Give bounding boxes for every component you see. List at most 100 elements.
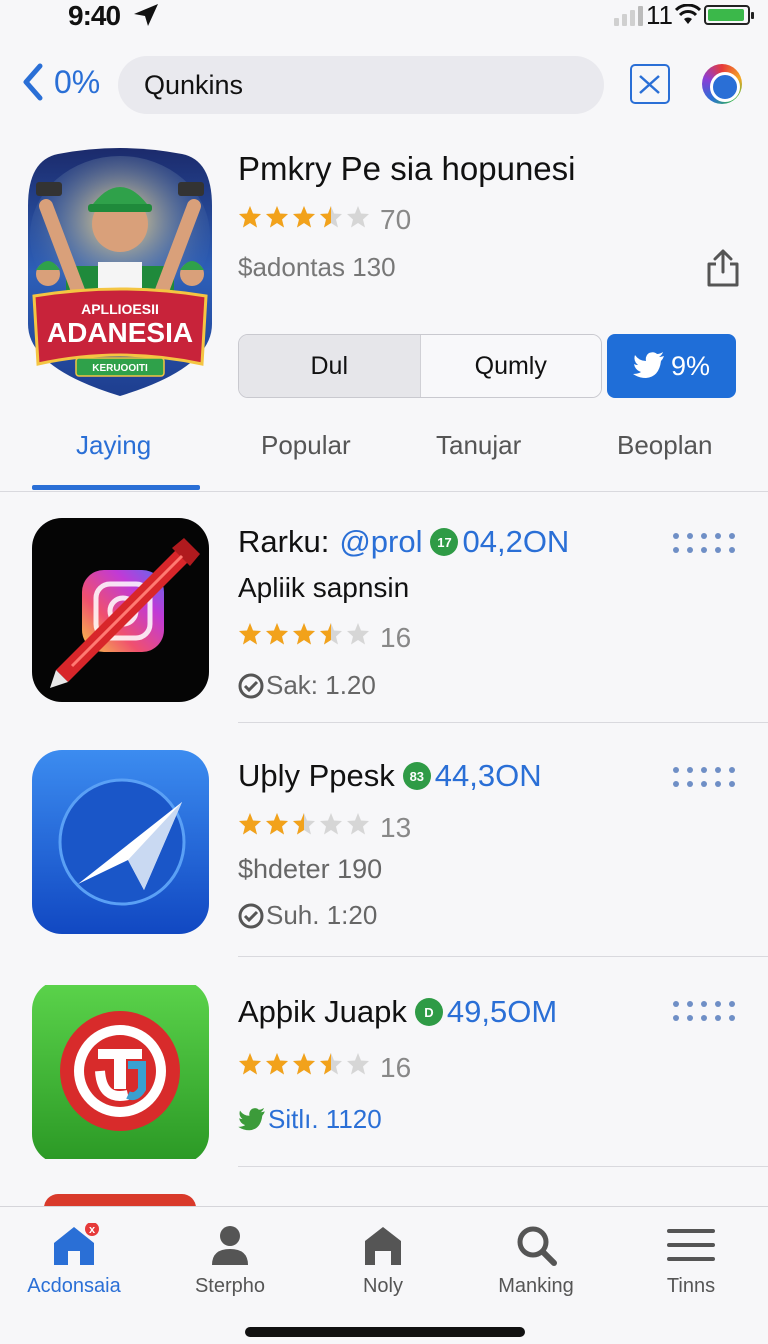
target-app-icon[interactable] [32, 980, 209, 1164]
envelope-x-icon [639, 75, 660, 94]
app-name[interactable]: Apþik Juapk [238, 994, 407, 1030]
star-icon [347, 623, 369, 645]
star-icon [293, 813, 315, 835]
more-options-icon[interactable] [672, 1000, 738, 1022]
status-bar: 9:40 11 [0, 0, 768, 36]
rating-count: 16 [380, 1051, 412, 1083]
search-header: 0% Qunkins [0, 52, 768, 116]
tabbar-label: Manking [498, 1275, 574, 1297]
rating-count: 70 [380, 203, 412, 235]
send-arrow-app-icon[interactable] [32, 750, 209, 934]
profile-avatar[interactable] [702, 64, 742, 104]
app-price: $hdeter 190 [238, 854, 383, 884]
twitter-button[interactable]: 9% [607, 334, 736, 398]
star-rating-icons [238, 810, 374, 845]
back-button[interactable]: 0% [20, 62, 100, 102]
app-meta: Sitlı. 1120 [238, 1104, 382, 1135]
search-icon [517, 1226, 557, 1266]
star-icon [293, 1053, 315, 1075]
star-rating-icons [238, 203, 374, 236]
tabbar-item-profile[interactable]: Sterpho [160, 1223, 300, 1298]
tabbar-label: Tinns [666, 1275, 716, 1297]
twitter-bird-icon [238, 1107, 265, 1130]
star-rating-icons [238, 1050, 374, 1085]
download-badge-icon: 83 [402, 762, 431, 790]
network-label: 11 [646, 0, 673, 30]
download-count: 44,3ON [434, 758, 542, 793]
tab-tanujar[interactable]: Tanujar [436, 430, 521, 461]
app-name[interactable]: Rarku: [238, 524, 329, 560]
star-icon [347, 813, 369, 835]
download-badge-icon: 17 [430, 528, 459, 556]
bottom-tab-bar: x Acdonsaia Sterpho Noly Manking Tinns [0, 1206, 768, 1344]
tabbar-item-search[interactable]: Manking [466, 1223, 606, 1298]
star-icons [239, 813, 369, 835]
twitter-button-label: 9% [670, 350, 711, 381]
star-icon [293, 206, 315, 228]
tab-popular[interactable]: Popular [261, 430, 351, 461]
wifi-icon [675, 4, 701, 24]
segment-option-2[interactable]: Qumly [419, 335, 601, 397]
featured-app-rating: 70 [238, 203, 411, 236]
star-icon [347, 206, 369, 228]
house-icon [365, 1227, 401, 1265]
star-icon [239, 1053, 261, 1075]
star-icon [293, 623, 315, 645]
share-icon[interactable] [704, 248, 742, 288]
app-meta: Sak: 1.20 [238, 670, 376, 701]
app-meta-text: Sitlı. 1120 [268, 1104, 382, 1134]
cellular-signal-icon [614, 6, 643, 26]
star-icons [239, 623, 369, 645]
tabbar-item-noly[interactable]: Noly [313, 1223, 453, 1298]
segment-option-1[interactable]: Dul [239, 335, 420, 397]
star-icon [239, 623, 261, 645]
app-subtitle: Apliik sapnsin [238, 572, 410, 603]
list-divider [238, 1166, 768, 1167]
person-icon [212, 1226, 248, 1265]
featured-app-icon[interactable]: APLLIOESII ADANESIA KERUOOITI [28, 146, 212, 398]
check-circle-icon [238, 673, 264, 698]
active-tab-indicator [32, 485, 200, 490]
star-icon [320, 623, 342, 645]
list-divider [238, 956, 768, 957]
tabbar-item-menu[interactable]: Tinns [621, 1223, 761, 1298]
app-handle[interactable]: @prol [339, 524, 422, 560]
star-icon [320, 813, 342, 835]
star-icon [266, 1053, 288, 1075]
back-label: 0% [54, 63, 101, 100]
chevron-left-icon [23, 63, 43, 101]
app-name[interactable]: Uþly Ppesk [238, 758, 395, 794]
segmented-control: Dul Qumly [238, 334, 602, 398]
battery-icon [704, 5, 754, 25]
download-count: 04,2ON [462, 524, 570, 559]
app-meta-text: Sak: 1.20 [266, 670, 376, 700]
download-badge-icon: D [414, 998, 443, 1026]
mail-button[interactable] [630, 64, 670, 104]
star-icon [239, 206, 261, 228]
tabbar-item-home[interactable]: x Acdonsaia [4, 1223, 144, 1298]
featured-app-title[interactable]: Pmkry Pe sia hopunesi [238, 150, 576, 188]
home-badge: x [89, 1224, 96, 1236]
app-meta: Suh. 1:20 [238, 900, 377, 931]
rating-count: 16 [380, 621, 412, 653]
search-input[interactable]: Qunkins [118, 56, 604, 114]
star-icon [347, 1053, 369, 1075]
location-arrow-icon [134, 4, 158, 26]
tab-beoplan[interactable]: Beoplan [617, 430, 712, 461]
tab-jaying[interactable]: Jaying [76, 430, 151, 461]
star-icon [266, 813, 288, 835]
star-icon [239, 813, 261, 835]
star-icon [320, 1053, 342, 1075]
download-count: 49,5OM [446, 994, 558, 1029]
star-rating-icons [238, 620, 374, 655]
more-options-icon[interactable] [672, 532, 738, 554]
home-icon: x [54, 1223, 99, 1265]
pen-app-icon[interactable] [32, 518, 209, 702]
rating-count: 13 [380, 811, 412, 843]
app-rating: 16 [238, 620, 411, 655]
star-icons [239, 206, 369, 228]
app-rating: 16 [238, 1050, 411, 1085]
more-options-icon[interactable] [672, 766, 738, 788]
star-icon [266, 623, 288, 645]
category-tabs: Jaying Popular Tanujar Beoplan [0, 420, 768, 492]
